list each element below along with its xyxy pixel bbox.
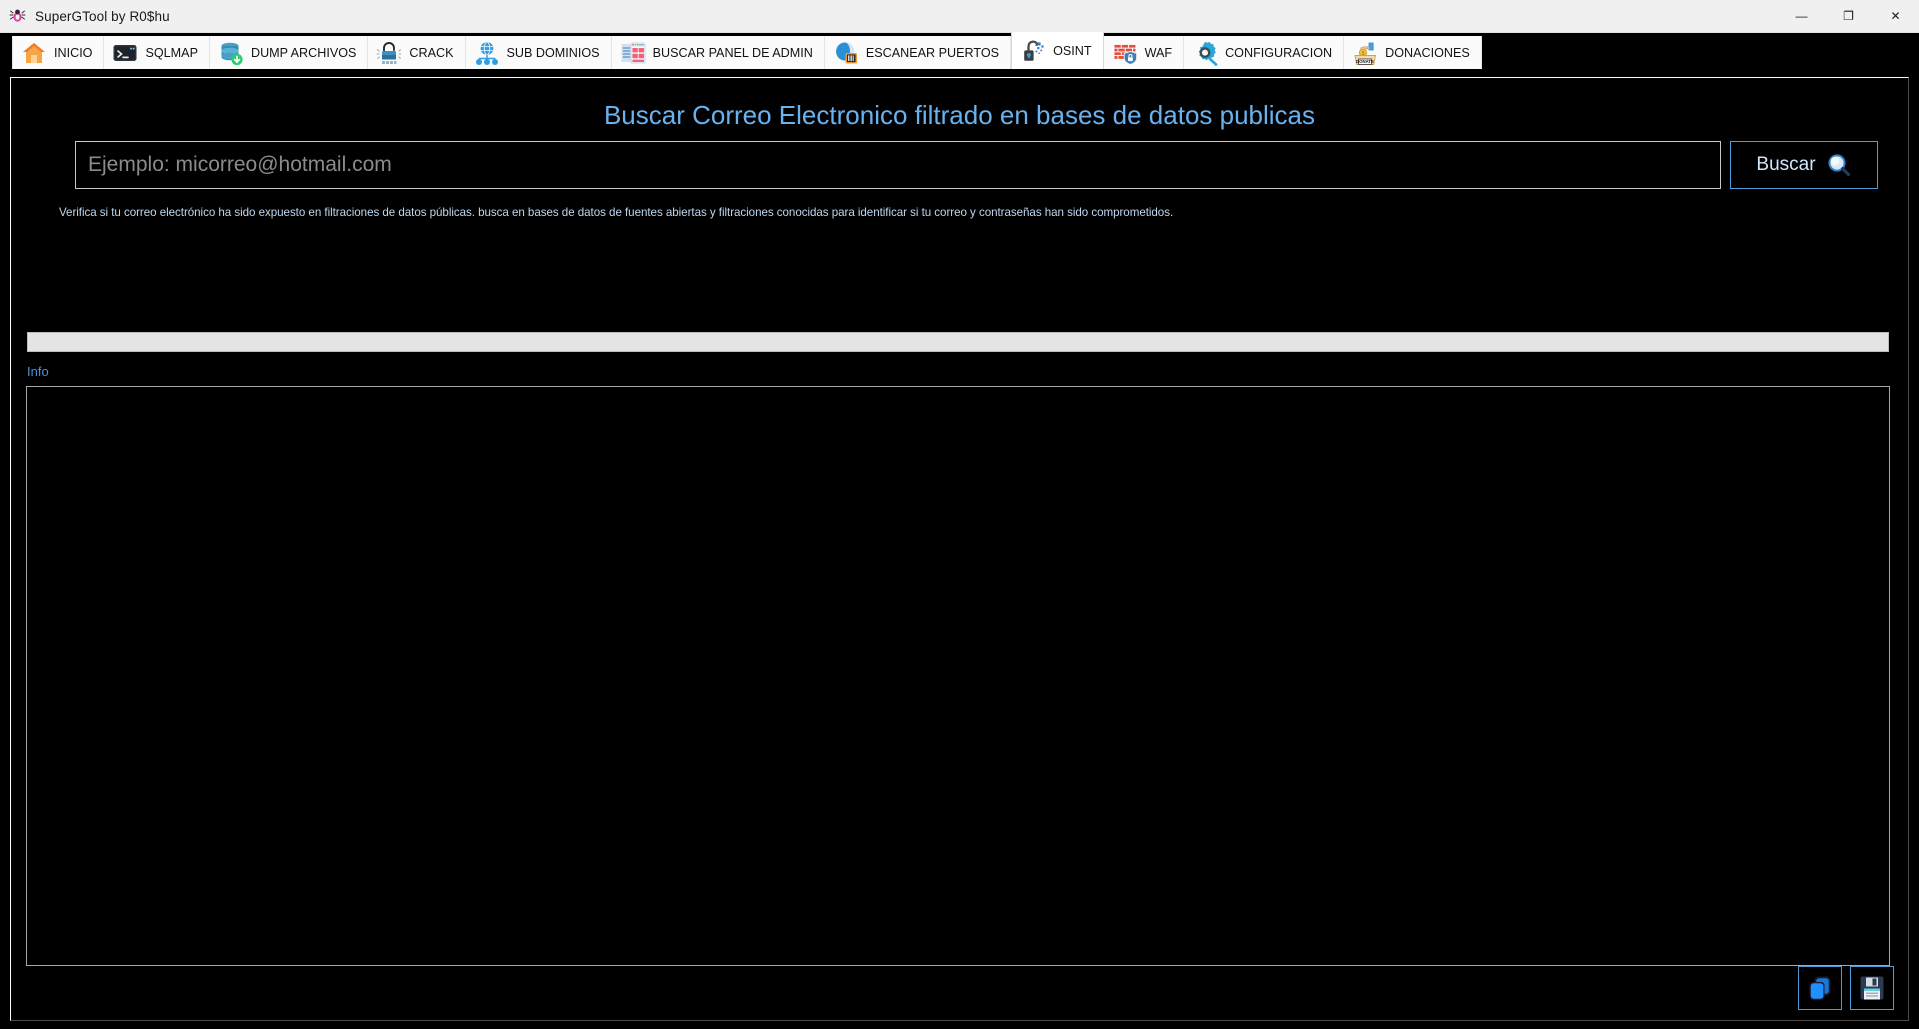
minimize-button[interactable]: — bbox=[1778, 0, 1825, 33]
padlock-crack-icon bbox=[376, 40, 402, 66]
tab-label: CRACK bbox=[409, 45, 454, 60]
tab-crack[interactable]: CRACK bbox=[368, 36, 466, 69]
tab-buscar-panel-de-admin[interactable]: BUSCAR PANEL DE ADMIN bbox=[611, 36, 825, 69]
donate-box-icon: $ DONATE bbox=[1352, 40, 1378, 66]
close-button[interactable]: ✕ bbox=[1872, 0, 1919, 33]
gear-icon bbox=[1192, 40, 1218, 66]
tab-waf[interactable]: WAF bbox=[1103, 36, 1185, 69]
tab-escanear-puertos[interactable]: ESCANEAR PUERTOS bbox=[824, 36, 1012, 69]
tab-label: SQLMAP bbox=[145, 45, 198, 60]
globe-scan-icon bbox=[833, 40, 859, 66]
titlebar: SuperGTool by R0$hu — ❐ ✕ bbox=[0, 0, 1919, 33]
description-text: Verifica si tu correo electrónico ha sid… bbox=[59, 206, 1174, 219]
search-row: Buscar bbox=[75, 141, 1878, 189]
titlebar-left: SuperGTool by R0$hu bbox=[0, 8, 1778, 25]
spider-icon bbox=[9, 8, 26, 25]
save-button[interactable] bbox=[1850, 966, 1894, 1010]
page-title: Buscar Correo Electronico filtrado en ba… bbox=[603, 100, 1316, 130]
tab-sub-dominios[interactable]: SUB DOMINIOS bbox=[465, 36, 612, 69]
maximize-button[interactable]: ❐ bbox=[1825, 0, 1872, 33]
tab-sqlmap[interactable]: SQLMAP bbox=[104, 36, 210, 69]
search-icon bbox=[1826, 152, 1852, 178]
output-textarea[interactable] bbox=[26, 386, 1890, 966]
search-button-label: Buscar bbox=[1756, 154, 1816, 175]
tab-label: WAF bbox=[1144, 45, 1173, 60]
progress-bar bbox=[27, 332, 1889, 352]
floppy-save-icon bbox=[1857, 973, 1887, 1003]
tab-label: DONACIONES bbox=[1385, 45, 1470, 60]
terminal-icon bbox=[112, 40, 138, 66]
main-toolbar-tabs: INICIO SQLMAP DUMP ARCHIVOS CRACK SUB DO… bbox=[0, 32, 1919, 69]
content-frame: Buscar Correo Electronico filtrado en ba… bbox=[10, 77, 1909, 1021]
tab-osint[interactable]: OSINT bbox=[1011, 32, 1104, 69]
window-controls: — ❐ ✕ bbox=[1778, 0, 1919, 33]
tab-dump-archivos[interactable]: DUMP ARCHIVOS bbox=[209, 36, 369, 69]
database-down-icon bbox=[218, 40, 244, 66]
bottom-actions bbox=[1798, 966, 1894, 1010]
window-title: SuperGTool by R0$hu bbox=[35, 8, 170, 24]
tab-label: CONFIGURACION bbox=[1225, 45, 1333, 60]
tab-label: INICIO bbox=[54, 45, 93, 60]
tab-inicio[interactable]: INICIO bbox=[12, 36, 105, 69]
firewall-icon bbox=[1112, 40, 1138, 66]
window-body: Buscar Correo Electronico filtrado en ba… bbox=[0, 69, 1919, 1029]
unlock-data-icon bbox=[1020, 38, 1046, 64]
tab-label: DUMP ARCHIVOS bbox=[250, 45, 357, 60]
globe-network-icon bbox=[474, 40, 500, 66]
info-label: Info bbox=[27, 364, 49, 379]
search-button[interactable]: Buscar bbox=[1730, 141, 1878, 189]
tab-label: BUSCAR PANEL DE ADMIN bbox=[652, 45, 813, 60]
copy-icon bbox=[1805, 973, 1835, 1003]
tab-configuracion[interactable]: CONFIGURACION bbox=[1184, 36, 1345, 69]
tab-label: OSINT bbox=[1053, 43, 1092, 58]
tab-donaciones[interactable]: $ DONATE DONACIONES bbox=[1344, 36, 1482, 69]
tab-label: SUB DOMINIOS bbox=[506, 45, 600, 60]
email-search-input[interactable] bbox=[75, 141, 1721, 189]
browser-window-icon bbox=[620, 40, 646, 66]
copy-button[interactable] bbox=[1798, 966, 1842, 1010]
tab-label: ESCANEAR PUERTOS bbox=[865, 45, 1000, 60]
svg-text:DONATE: DONATE bbox=[1356, 59, 1374, 64]
house-icon bbox=[21, 40, 47, 66]
